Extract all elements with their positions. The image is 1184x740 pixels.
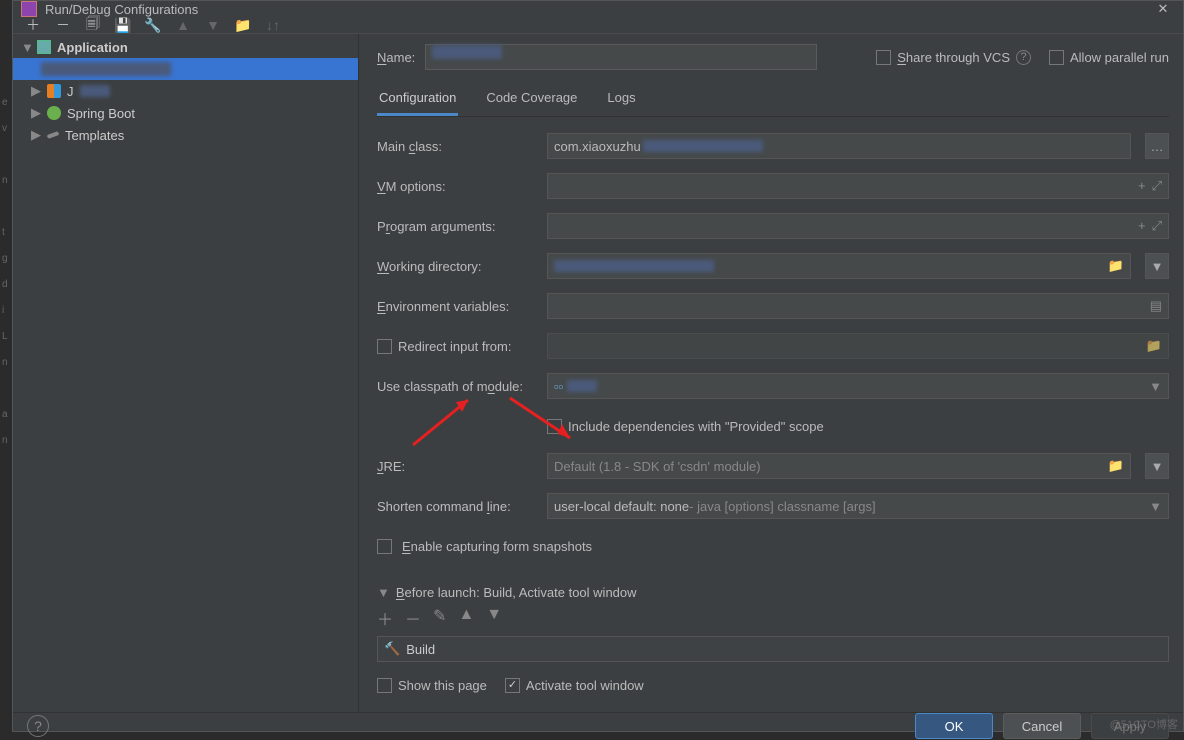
cancel-button[interactable]: Cancel <box>1003 713 1081 739</box>
tab-logs[interactable]: Logs <box>605 82 637 116</box>
folder-icon[interactable]: 📁 <box>1108 458 1124 474</box>
name-input[interactable] <box>425 44 817 70</box>
task-label: Build <box>406 642 435 657</box>
vm-options-field[interactable]: +⤢ <box>547 173 1169 199</box>
chevron-right-icon[interactable]: ▶ <box>31 105 41 121</box>
jre-label: JRE: <box>377 459 537 474</box>
chevron-down-icon[interactable]: ▼ <box>1149 379 1162 394</box>
move-down-task-icon[interactable]: ▼ <box>486 606 502 630</box>
spring-icon <box>47 106 61 120</box>
main-class-label: Main class: <box>377 139 537 154</box>
task-list[interactable]: 🔨 Build <box>377 636 1169 662</box>
close-icon[interactable]: ✕ <box>1151 1 1175 17</box>
help-icon[interactable]: ? <box>1016 50 1031 65</box>
classpath-label: Use classpath of module: <box>377 379 537 394</box>
config-editor: Name: Share through VCS ? Allow parallel… <box>359 34 1183 712</box>
shorten-label: Shorten command line: <box>377 499 537 514</box>
tree-item-label: Spring Boot <box>67 106 135 121</box>
module-icon: ▫▫ <box>554 379 563 394</box>
templates-icon <box>47 131 60 139</box>
program-args-field[interactable]: +⤢ <box>547 213 1169 239</box>
share-checkbox[interactable]: Share through VCS ? <box>876 50 1031 65</box>
blurred-text <box>80 85 110 97</box>
settings-icon[interactable]: 🔧 <box>145 17 161 33</box>
tabs: Configuration Code Coverage Logs <box>377 82 1169 117</box>
name-label: Name: <box>377 50 415 65</box>
j-icon <box>47 84 61 98</box>
snapshots-label: Enable capturing form snapshots <box>402 539 592 554</box>
application-icon <box>37 40 51 54</box>
ok-button[interactable]: OK <box>915 713 993 739</box>
chevron-down-icon[interactable]: ▼ <box>21 40 31 55</box>
move-down-icon[interactable]: ▼ <box>205 17 221 33</box>
snapshots-checkbox[interactable] <box>377 539 392 554</box>
config-tree[interactable]: ▼ Application ▶ J ▶ Spring Boot ▶ <box>13 34 359 712</box>
chevron-down-icon[interactable]: ▼ <box>1149 499 1162 514</box>
fullscreen-icon[interactable]: ⤢ <box>1152 178 1162 194</box>
blurred-config-name <box>41 62 171 76</box>
folder-icon[interactable]: 📁 <box>235 17 251 33</box>
add-task-icon[interactable]: ＋ <box>377 606 393 630</box>
include-provided-checkbox[interactable] <box>547 419 562 434</box>
tree-item-label: Templates <box>65 128 124 143</box>
vm-options-label: VM options: <box>377 179 537 194</box>
jre-dropdown[interactable]: ▼ <box>1145 453 1169 479</box>
tree-item-j[interactable]: ▶ J <box>13 80 358 102</box>
move-up-task-icon[interactable]: ▲ <box>458 606 474 630</box>
tree-item-label: J <box>67 84 74 99</box>
activate-tool-window-checkbox[interactable]: Activate tool window <box>505 678 644 693</box>
fullscreen-icon[interactable]: ⤢ <box>1152 218 1162 234</box>
remove-config-icon[interactable]: － <box>55 17 71 33</box>
jre-field[interactable]: Default (1.8 - SDK of 'csdn' module)📁 <box>547 453 1131 479</box>
tree-item-selected[interactable] <box>13 58 358 80</box>
tree-item-templates[interactable]: ▶ Templates <box>13 124 358 146</box>
env-field[interactable]: ▤ <box>547 293 1169 319</box>
watermark: @51CTO博客 <box>1110 716 1178 732</box>
allow-parallel-checkbox[interactable]: Allow parallel run <box>1049 50 1169 65</box>
edit-task-icon[interactable]: ✎ <box>433 606 446 630</box>
redirect-checkbox[interactable] <box>377 339 392 354</box>
save-config-icon[interactable]: 💾 <box>115 17 131 33</box>
list-icon[interactable]: ▤ <box>1150 298 1162 314</box>
move-up-icon[interactable]: ▲ <box>175 17 191 33</box>
task-row[interactable]: 🔨 Build <box>378 637 1168 661</box>
shorten-field[interactable]: user-local default: none - java [options… <box>547 493 1169 519</box>
remove-task-icon[interactable]: － <box>405 606 421 630</box>
copy-config-icon[interactable]: 🗐 <box>85 17 101 33</box>
help-button[interactable]: ? <box>27 715 49 737</box>
tab-configuration[interactable]: Configuration <box>377 82 458 116</box>
env-label: Environment variables: <box>377 299 537 314</box>
working-dir-label: Working directory: <box>377 259 537 274</box>
chevron-right-icon[interactable]: ▶ <box>31 83 41 99</box>
run-debug-dialog: Run/Debug Configurations ✕ ＋ － 🗐 💾 🔧 ▲ ▼… <box>12 0 1184 732</box>
sort-icon[interactable]: ↓↑ <box>265 17 281 33</box>
show-this-page-checkbox[interactable]: Show this page <box>377 678 487 693</box>
working-dir-dropdown[interactable]: ▼ <box>1145 253 1169 279</box>
folder-icon: 📁 <box>1146 338 1162 354</box>
expand-icon[interactable]: + <box>1138 178 1146 194</box>
titlebar: Run/Debug Configurations ✕ <box>13 1 1183 17</box>
classpath-field[interactable]: ▫▫ ▼ <box>547 373 1169 399</box>
working-dir-field[interactable]: 📁 <box>547 253 1131 279</box>
dialog-footer: ? OK Cancel Apply <box>13 712 1183 739</box>
hammer-icon: 🔨 <box>384 641 400 657</box>
tree-application-label: Application <box>57 40 128 55</box>
redirect-label: Redirect input from: <box>398 339 511 354</box>
expand-icon[interactable]: + <box>1138 218 1146 234</box>
before-launch-label: Before launch: Build, Activate tool wind… <box>396 585 637 600</box>
tree-application-node[interactable]: ▼ Application <box>13 36 358 58</box>
config-toolbar: ＋ － 🗐 💾 🔧 ▲ ▼ 📁 ↓↑ <box>13 17 1183 33</box>
main-class-field[interactable]: com.xiaoxuzhu <box>547 133 1131 159</box>
tab-code-coverage[interactable]: Code Coverage <box>484 82 579 116</box>
redirect-field: 📁 <box>547 333 1169 359</box>
chevron-down-icon[interactable]: ▼ <box>377 585 390 600</box>
browse-main-class-button[interactable]: … <box>1145 133 1169 159</box>
program-args-label: Program arguments: <box>377 219 537 234</box>
folder-icon[interactable]: 📁 <box>1108 258 1124 274</box>
include-provided-label: Include dependencies with "Provided" sco… <box>568 419 824 434</box>
tree-item-spring-boot[interactable]: ▶ Spring Boot <box>13 102 358 124</box>
add-config-icon[interactable]: ＋ <box>25 17 41 33</box>
chevron-right-icon[interactable]: ▶ <box>31 127 41 143</box>
